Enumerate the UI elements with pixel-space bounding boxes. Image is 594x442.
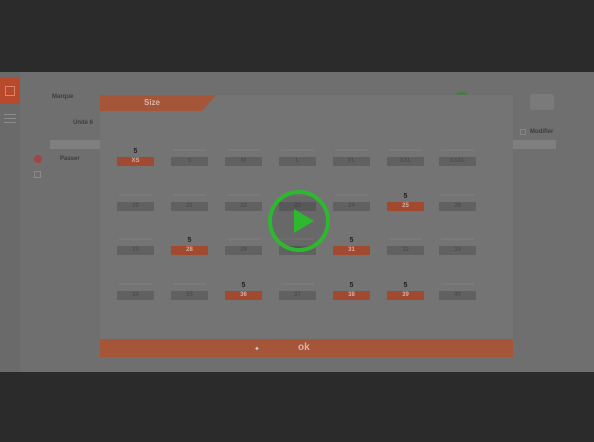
size-chip: 33 <box>439 246 476 255</box>
size-chip: XXL <box>387 157 424 166</box>
modal-title-tab: Size <box>100 95 216 111</box>
play-button[interactable] <box>268 190 330 252</box>
size-qty-placeholder <box>441 194 474 196</box>
size-qty-placeholder <box>441 238 474 240</box>
size-cell-xs[interactable]: 5 XS <box>117 147 154 169</box>
size-cell-xxl[interactable]: XXL <box>387 147 424 169</box>
size-cell-28[interactable]: 5 28 <box>171 236 208 258</box>
size-chip: 37 <box>279 291 316 300</box>
size-chip: 39 <box>387 291 424 300</box>
size-qty-placeholder <box>389 238 422 240</box>
size-chip: 36 <box>225 291 262 300</box>
size-cell-27[interactable]: 27 <box>117 236 154 258</box>
pass-label: Passer <box>60 156 80 162</box>
size-chip: 20 <box>117 202 154 211</box>
size-cell-32[interactable]: 32 <box>387 236 424 258</box>
hamburger-menu-icon[interactable] <box>4 114 16 124</box>
size-chip: 24 <box>333 202 370 211</box>
size-cell-34[interactable]: 34 <box>117 281 154 303</box>
size-qty-placeholder <box>173 149 206 151</box>
size-cell-l[interactable]: L <box>279 147 316 169</box>
size-chip: 40 <box>439 291 476 300</box>
size-chip: 35 <box>171 291 208 300</box>
size-cell-33[interactable]: 33 <box>439 236 476 258</box>
footer-star-icon: ✦ <box>254 346 260 353</box>
size-qty: 5 <box>241 282 246 289</box>
size-chip: 25 <box>387 202 424 211</box>
size-cell-s[interactable]: S <box>171 147 208 169</box>
size-chip: 32 <box>387 246 424 255</box>
size-qty-placeholder <box>173 194 206 196</box>
size-qty-placeholder <box>281 149 314 151</box>
size-chip: 38 <box>333 291 370 300</box>
size-chip: 31 <box>333 246 370 255</box>
size-cell-20[interactable]: 20 <box>117 192 154 214</box>
size-qty-placeholder <box>441 149 474 151</box>
size-qty-placeholder <box>119 238 152 240</box>
size-qty-placeholder <box>173 283 206 285</box>
size-cell-35[interactable]: 35 <box>171 281 208 303</box>
size-qty: 5 <box>403 282 408 289</box>
size-cell-29[interactable]: 29 <box>225 236 262 258</box>
size-cell-22[interactable]: 22 <box>225 192 262 214</box>
modify-label: Modifier <box>530 129 554 135</box>
size-qty-placeholder <box>335 194 368 196</box>
size-qty: 5 <box>133 148 138 155</box>
size-chip: 34 <box>117 291 154 300</box>
size-chip: XXXL <box>439 157 476 166</box>
size-chip: 21 <box>171 202 208 211</box>
size-cell-38[interactable]: 5 38 <box>333 281 370 303</box>
unit-label: Unité 6 <box>73 120 94 126</box>
size-qty: 5 <box>349 237 354 244</box>
video-frame: Marque Unité 6 Modifier Passer Size 5 XS S… <box>0 0 594 442</box>
size-qty: 5 <box>187 237 192 244</box>
row-checkbox[interactable] <box>34 171 41 178</box>
size-chip: 29 <box>225 246 262 255</box>
size-chip: 28 <box>171 246 208 255</box>
size-qty-placeholder <box>227 238 260 240</box>
size-chip: L <box>279 157 316 166</box>
size-qty-placeholder <box>227 194 260 196</box>
size-qty-placeholder <box>281 283 314 285</box>
top-right-button[interactable] <box>530 94 554 110</box>
logo-icon <box>5 86 15 96</box>
size-qty-placeholder <box>335 149 368 151</box>
size-qty-placeholder <box>227 149 260 151</box>
size-qty-placeholder <box>119 194 152 196</box>
size-qty-placeholder <box>441 283 474 285</box>
size-cell-26[interactable]: 26 <box>439 192 476 214</box>
size-cell-31[interactable]: 5 31 <box>333 236 370 258</box>
size-cell-21[interactable]: 21 <box>171 192 208 214</box>
app-logo[interactable] <box>0 78 20 104</box>
size-chip: XS <box>117 157 154 166</box>
size-cell-36[interactable]: 5 36 <box>225 281 262 303</box>
size-chip: 27 <box>117 246 154 255</box>
modify-checkbox[interactable] <box>520 129 526 135</box>
size-cell-25[interactable]: 5 25 <box>387 192 424 214</box>
size-cell-40[interactable]: 40 <box>439 281 476 303</box>
size-cell-xxxl[interactable]: XXXL <box>439 147 476 169</box>
size-qty: 5 <box>349 282 354 289</box>
modal-title: Size <box>144 98 161 107</box>
size-chip: S <box>171 157 208 166</box>
size-chip: M <box>225 157 262 166</box>
size-chip: 26 <box>439 202 476 211</box>
size-cell-24[interactable]: 24 <box>333 192 370 214</box>
modal-footer: ✦ ok <box>100 339 513 357</box>
size-cell-m[interactable]: M <box>225 147 262 169</box>
size-qty-placeholder <box>389 149 422 151</box>
ok-button[interactable]: ok <box>298 342 310 353</box>
size-chip: XL <box>333 157 370 166</box>
size-qty: 5 <box>403 193 408 200</box>
brand-label: Marque <box>52 94 74 100</box>
remove-icon[interactable] <box>34 155 42 163</box>
size-qty-placeholder <box>119 283 152 285</box>
size-cell-37[interactable]: 37 <box>279 281 316 303</box>
size-cell-39[interactable]: 5 39 <box>387 281 424 303</box>
play-icon <box>294 209 314 233</box>
left-rail <box>0 72 20 372</box>
size-cell-xl[interactable]: XL <box>333 147 370 169</box>
size-chip: 22 <box>225 202 262 211</box>
